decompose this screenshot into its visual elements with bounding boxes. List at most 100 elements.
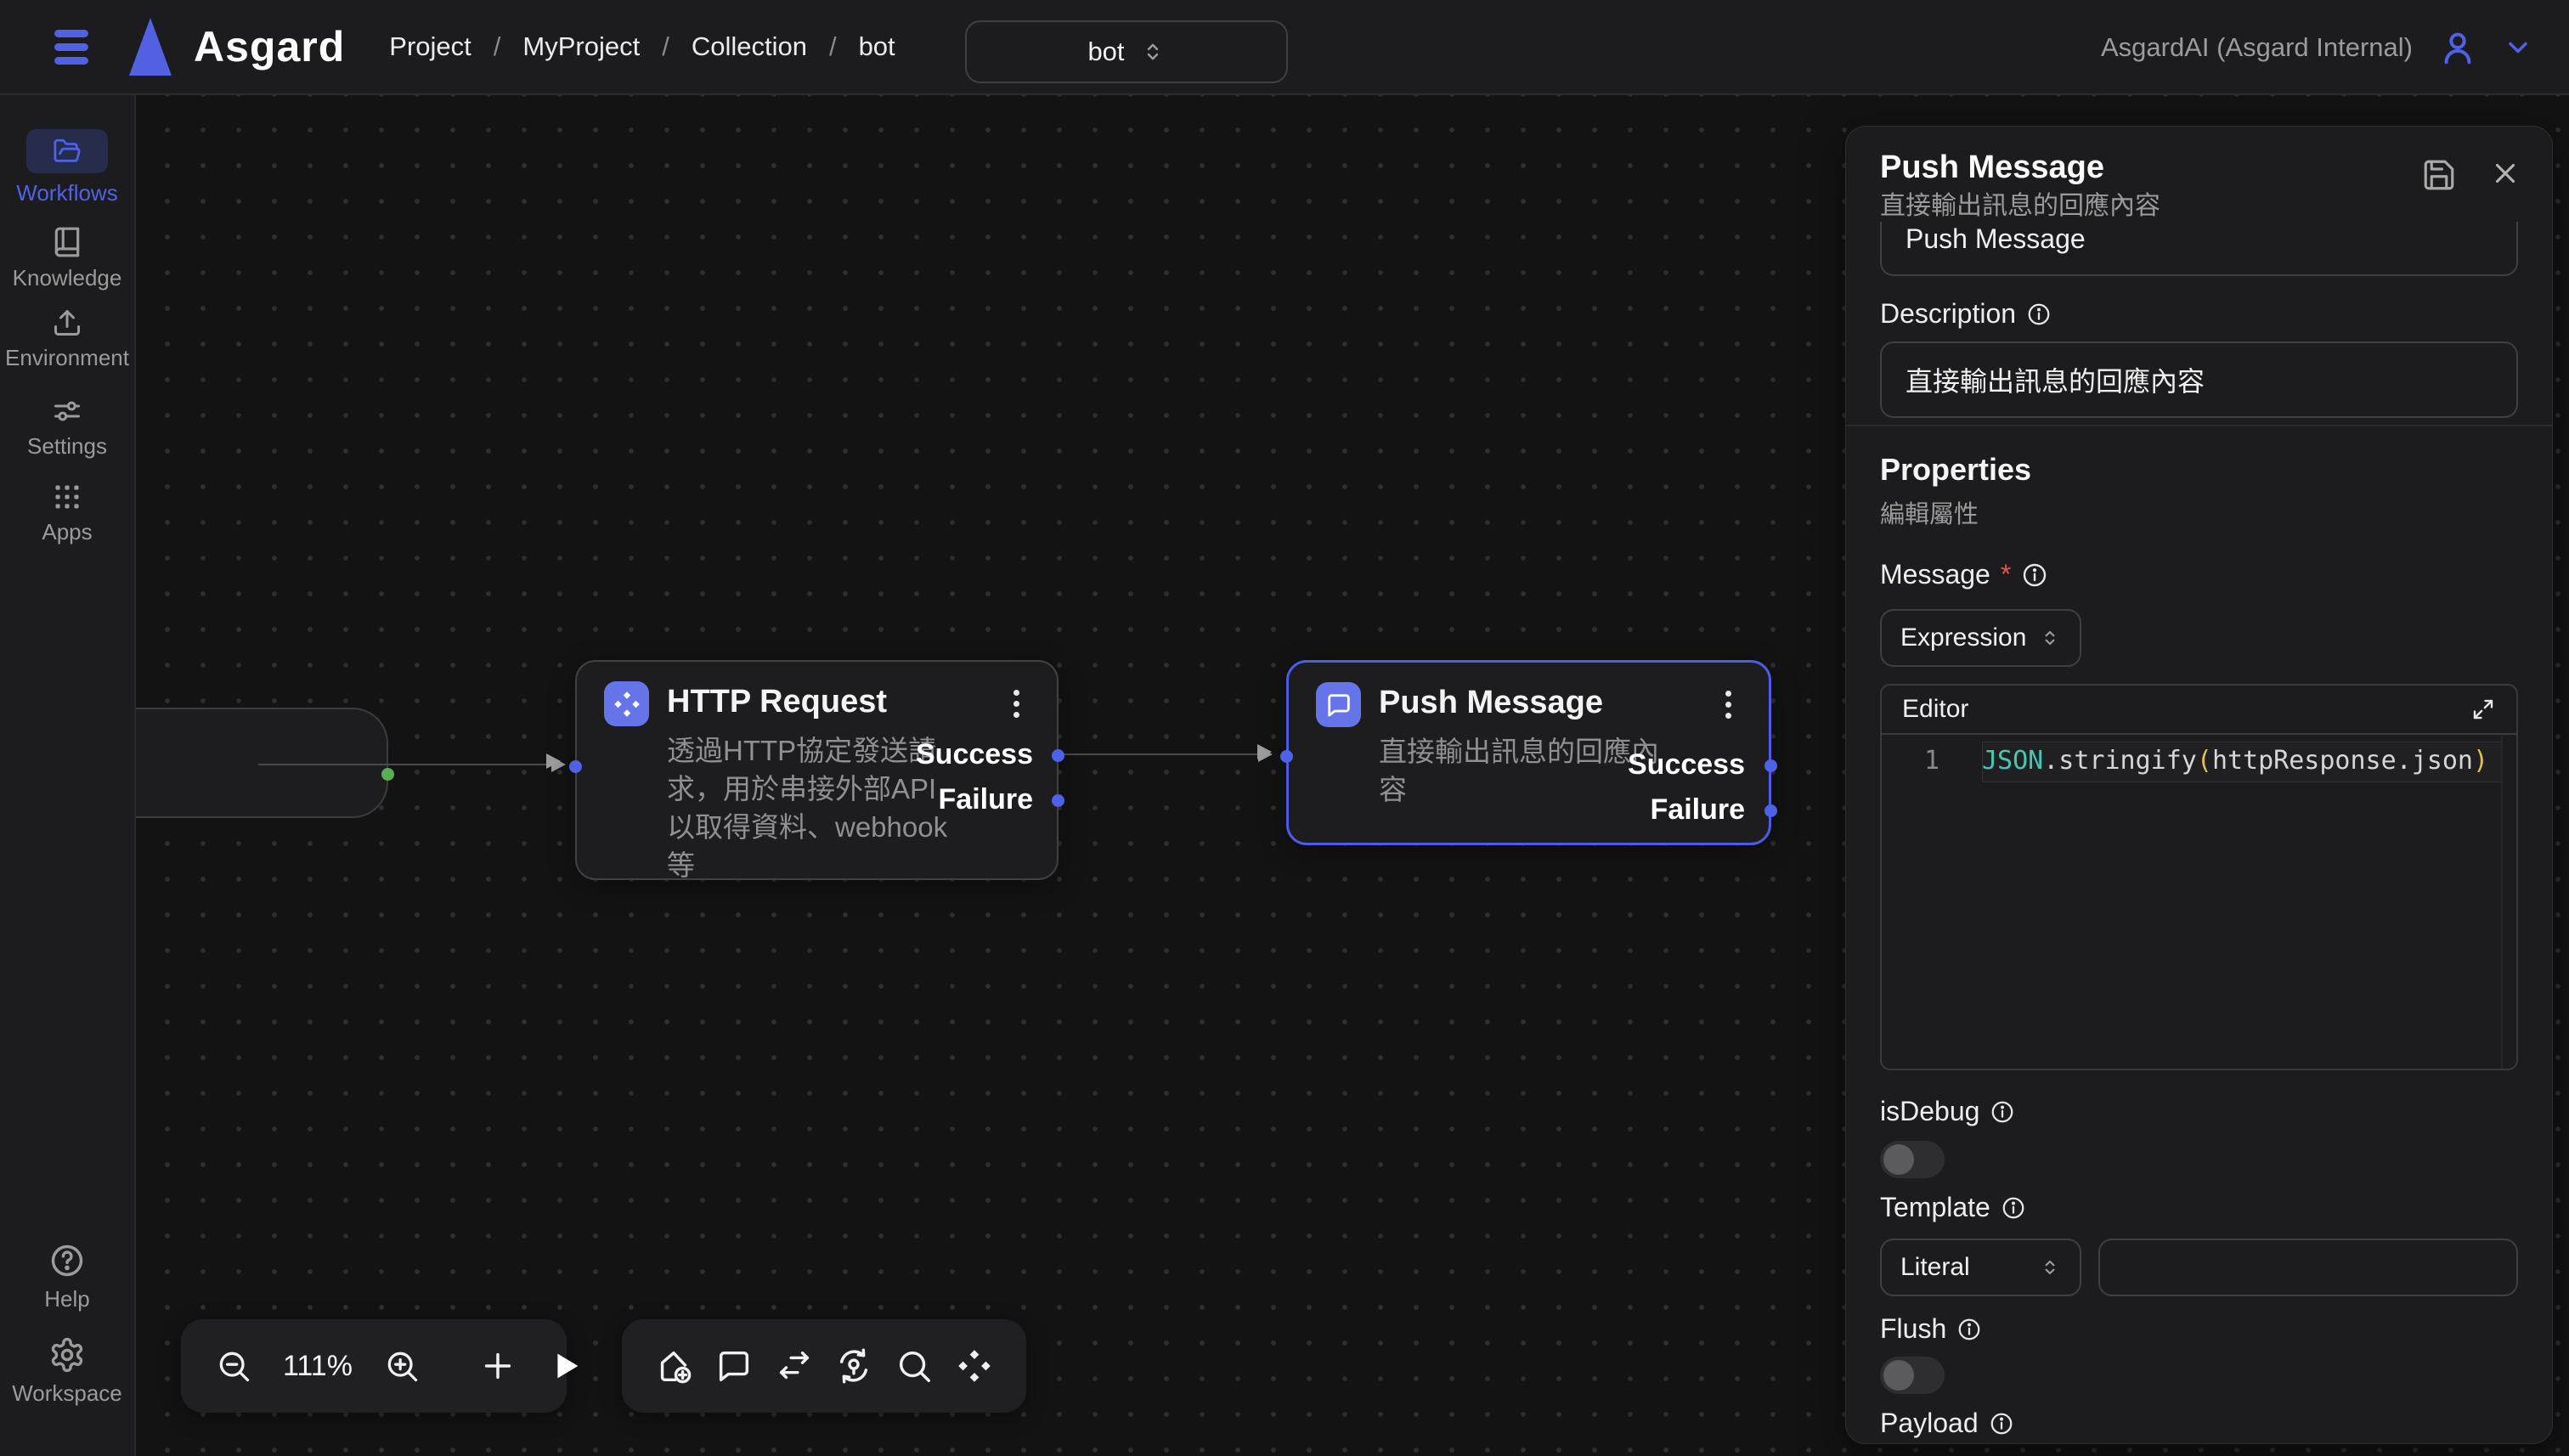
sidebar-item-label: Workspace	[12, 1380, 122, 1407]
breadcrumb-separator: /	[494, 31, 501, 62]
close-button[interactable]	[2489, 157, 2521, 189]
breadcrumb-separator: /	[662, 31, 669, 62]
output-port[interactable]	[381, 768, 394, 781]
diamonds-icon	[604, 681, 649, 726]
description-label: Description	[1880, 298, 2518, 330]
breadcrumb-bot[interactable]: bot	[859, 31, 895, 62]
sidebar-item-settings[interactable]: Settings	[27, 396, 107, 460]
sidebar-item-knowledge[interactable]: Knowledge	[13, 226, 122, 291]
comment-icon[interactable]	[714, 1346, 754, 1385]
auto-refresh-bulb-icon[interactable]	[834, 1346, 873, 1385]
template-value-input[interactable]	[2098, 1239, 2518, 1296]
info-icon[interactable]	[1989, 1411, 2014, 1436]
edge-connector	[1059, 753, 1268, 755]
brand[interactable]: Asgard	[129, 18, 345, 76]
user-icon[interactable]	[2438, 28, 2477, 67]
message-type-select[interactable]: Expression	[1880, 609, 2081, 667]
info-icon[interactable]	[1990, 1099, 2015, 1125]
isdebug-toggle[interactable]	[1880, 1141, 1945, 1178]
info-icon[interactable]	[2026, 302, 2052, 327]
zoom-in-icon[interactable]	[383, 1347, 421, 1385]
nodes-diamonds-icon[interactable]	[955, 1346, 994, 1385]
description-input-value: 直接輸出訊息的回應內容	[1906, 360, 2205, 399]
account-area[interactable]: AsgardAI (Asgard Internal)	[2101, 0, 2533, 95]
sidebar-item-label: Workflows	[16, 180, 117, 206]
output-label-success: Success	[1628, 748, 1745, 782]
output-label-failure: Failure	[1651, 793, 1745, 827]
apps-grid-icon	[52, 482, 82, 512]
sidebar-item-label: Knowledge	[13, 265, 122, 291]
expand-fullscreen-icon[interactable]	[2470, 697, 2496, 722]
section-divider	[1846, 425, 2552, 426]
node-description: 透過HTTP協定發送請求，用於串接外部API以取得資料、webhook等	[667, 731, 951, 884]
isdebug-label: isDebug	[1880, 1096, 2518, 1127]
code-content: JSON.stringify(httpResponse.json)	[1982, 746, 2488, 776]
sidebar-item-label: Environment	[5, 345, 129, 371]
sidebar-item-environment[interactable]: Environment	[5, 308, 129, 371]
app-root: HTTP Request 透過HTTP協定發送請求，用於串接外部API以取得資料…	[0, 0, 2569, 1456]
editor-body[interactable]: 1 JSON.stringify(httpResponse.json)	[1882, 735, 2516, 1069]
line-number: 1	[1882, 746, 1982, 776]
sidebar-item-workspace[interactable]: Workspace	[12, 1336, 122, 1407]
properties-title: Properties	[1880, 452, 2518, 488]
failure-port[interactable]	[1052, 794, 1064, 807]
sidebar-item-help[interactable]: Help	[44, 1242, 89, 1312]
name-input-value: Push Message	[1906, 223, 2086, 255]
info-icon[interactable]	[1956, 1317, 1982, 1342]
close-icon	[2489, 157, 2521, 189]
description-input[interactable]: 直接輸出訊息的回應內容	[1880, 341, 2518, 418]
name-input[interactable]: Push Message	[1880, 222, 2518, 276]
breadcrumb-project[interactable]: Project	[389, 31, 471, 62]
edge-arrowhead-icon	[546, 753, 561, 769]
failure-port[interactable]	[1764, 804, 1777, 817]
flush-toggle[interactable]	[1880, 1357, 1945, 1394]
input-port[interactable]	[1280, 750, 1293, 763]
node-config-panel: Push Message 直接輸出訊息的回應內容 Push Message De…	[1845, 126, 2553, 1444]
node-menu-button[interactable]	[999, 682, 1033, 725]
add-node-icon[interactable]	[654, 1346, 693, 1385]
folder-open-icon	[53, 137, 82, 166]
panel-header: Push Message 直接輸出訊息的回應內容	[1846, 127, 2552, 222]
save-floppy-icon	[2421, 157, 2457, 193]
template-label: Template	[1880, 1192, 2518, 1223]
sidebar-item-apps[interactable]: Apps	[42, 482, 92, 545]
template-type-value: Literal	[1900, 1253, 1970, 1282]
sidebar-item-workflows[interactable]: Workflows	[16, 129, 117, 206]
output-label-failure: Failure	[939, 783, 1033, 816]
success-port[interactable]	[1764, 759, 1777, 772]
payload-label: Payload	[1880, 1408, 2518, 1439]
chevron-updown-icon	[2039, 1256, 2061, 1278]
input-port[interactable]	[569, 760, 582, 773]
expression-editor: Editor 1 JSON.stringify(httpResponse.jso…	[1880, 684, 2518, 1070]
add-icon[interactable]	[478, 1346, 517, 1385]
sidebar-item-label: Help	[44, 1286, 89, 1312]
zoom-out-icon[interactable]	[215, 1347, 252, 1385]
edge-arrowhead-icon	[1257, 744, 1272, 759]
breadcrumb-collection[interactable]: Collection	[692, 31, 807, 62]
success-port[interactable]	[1052, 749, 1064, 762]
info-icon[interactable]	[2021, 562, 2048, 589]
message-label: Message *	[1880, 559, 2518, 590]
breadcrumb-separator: /	[829, 31, 837, 62]
node-http-request[interactable]: HTTP Request 透過HTTP協定發送請求，用於串接外部API以取得資料…	[575, 660, 1059, 880]
info-icon[interactable]	[2001, 1195, 2026, 1221]
required-asterisk: *	[2001, 559, 2011, 590]
node-push-message[interactable]: Push Message 直接輸出訊息的回應內容 Success Failure	[1286, 660, 1771, 845]
chevron-down-icon[interactable]	[2503, 32, 2533, 63]
workflow-selector[interactable]: bot	[965, 20, 1288, 83]
save-button[interactable]	[2421, 157, 2457, 193]
zoom-toolbar: 111%	[181, 1319, 567, 1413]
breadcrumb-myproject[interactable]: MyProject	[522, 31, 640, 62]
left-sidebar: Workflows Knowledge Environment Settings	[0, 95, 136, 1456]
search-icon[interactable]	[895, 1346, 934, 1385]
swap-arrows-icon[interactable]	[775, 1346, 814, 1385]
sliders-icon	[52, 396, 82, 426]
menu-hamburger-icon[interactable]	[54, 24, 88, 71]
code-line: 1 JSON.stringify(httpResponse.json)	[1882, 735, 2516, 776]
template-type-select[interactable]: Literal	[1880, 1239, 2081, 1296]
run-play-icon[interactable]	[546, 1346, 585, 1385]
node-title: HTTP Request	[667, 684, 887, 720]
editor-title: Editor	[1902, 695, 1968, 724]
node-menu-button[interactable]	[1711, 683, 1745, 725]
active-tile	[26, 129, 108, 173]
